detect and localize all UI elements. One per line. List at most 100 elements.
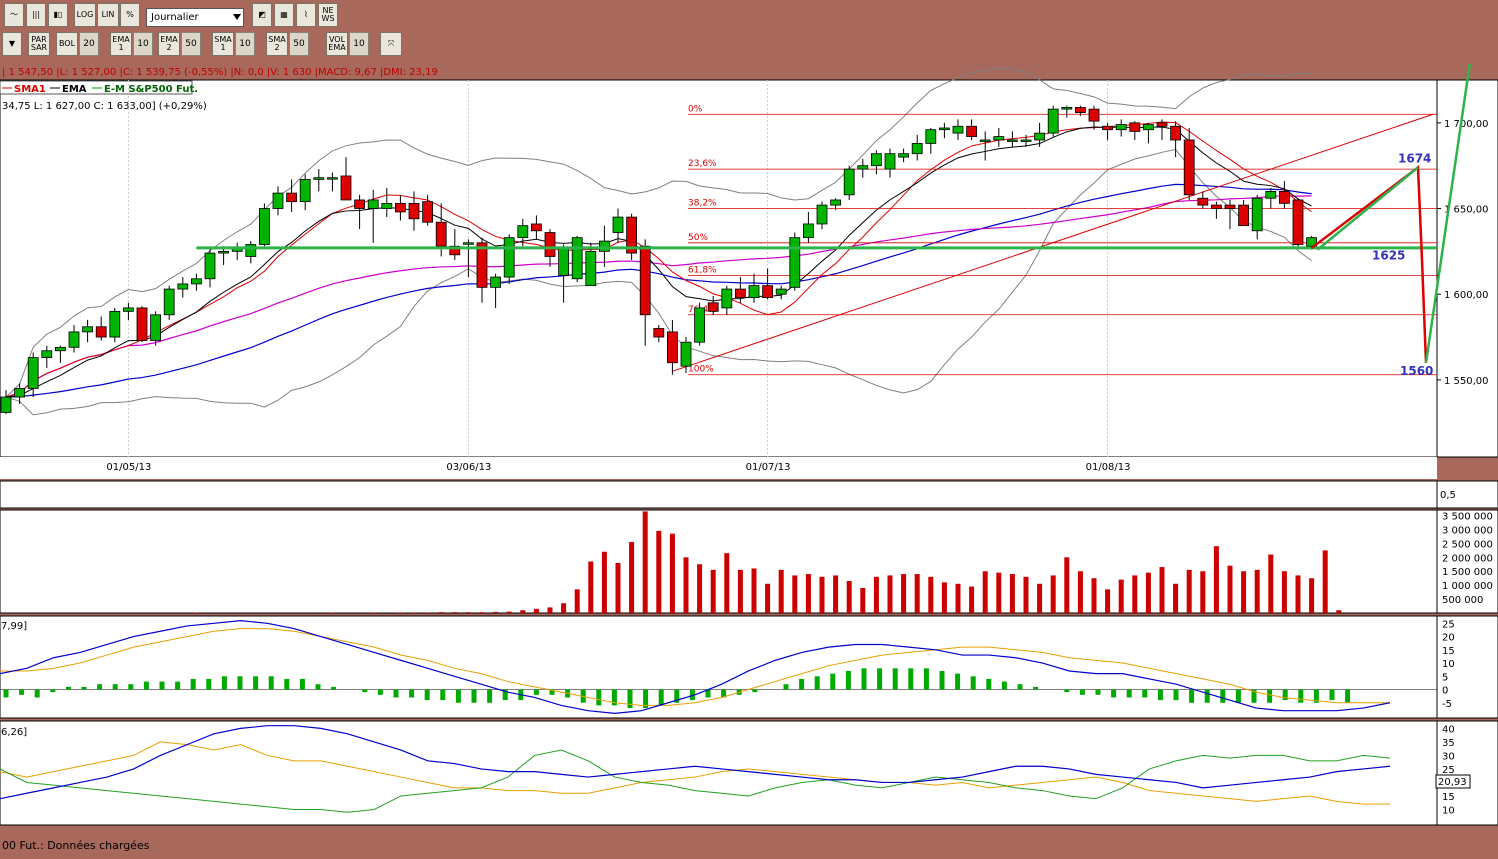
candle-up bbox=[585, 250, 597, 287]
macd-histogram-bar bbox=[908, 668, 914, 690]
chart-settings-icon[interactable]: ◩ bbox=[252, 3, 272, 27]
legend: SMA1 EMA E-M S&P500 Fut. bbox=[0, 80, 198, 95]
macd-histogram-bar bbox=[221, 676, 227, 690]
macd-histogram-bar bbox=[1142, 689, 1148, 698]
line-chart-icon[interactable]: 〜 bbox=[4, 3, 24, 27]
candle-down bbox=[1129, 122, 1141, 132]
candle-up bbox=[272, 192, 284, 209]
toolbar-top: 〜 ||| ▮▯ LOG LIN % Journalier ◩ ▦ ⌇ NE W… bbox=[0, 3, 1498, 31]
candle-up bbox=[68, 331, 80, 348]
candle-up bbox=[150, 314, 162, 341]
candle-up bbox=[612, 216, 624, 233]
dmi-tick-label: 10 bbox=[1442, 805, 1455, 816]
fib-label: 61,8% bbox=[688, 265, 717, 275]
dmi-panel bbox=[0, 720, 1438, 826]
candle-up bbox=[326, 177, 338, 180]
sma2-value[interactable]: 50 bbox=[289, 32, 309, 56]
macd-histogram-bar bbox=[1220, 689, 1226, 703]
candle-down bbox=[422, 201, 434, 223]
filter-icon[interactable]: ▼ bbox=[2, 32, 22, 56]
candle-up bbox=[979, 139, 991, 142]
volume-bar bbox=[629, 542, 635, 613]
volume-bar bbox=[765, 583, 771, 613]
macd-histogram-bar bbox=[1173, 689, 1179, 701]
candle-down bbox=[1183, 139, 1195, 196]
volema-value[interactable]: 10 bbox=[349, 32, 369, 56]
ohlc-line: 34,75 L: 1 627,00 C: 1 633,00] (+0,29%) bbox=[2, 101, 207, 112]
drawing-tool-icon[interactable]: ⤧ bbox=[380, 32, 402, 56]
colors-icon[interactable]: ▦ bbox=[274, 3, 294, 27]
candle-up bbox=[775, 288, 787, 295]
candle-down bbox=[286, 192, 298, 203]
sma1-value[interactable]: 10 bbox=[235, 32, 255, 56]
macd-histogram-bar bbox=[1095, 689, 1101, 695]
price-tick-label: 1 700,00 bbox=[1444, 119, 1489, 130]
chevron-down-icon bbox=[233, 14, 241, 20]
volume-bar bbox=[737, 569, 743, 613]
volume-bar bbox=[615, 562, 621, 613]
volume-bar bbox=[846, 580, 852, 613]
volume-bar bbox=[370, 612, 376, 613]
candle-up bbox=[721, 288, 733, 309]
sma1-button[interactable]: SMA 1 bbox=[212, 32, 234, 56]
volume-bar bbox=[955, 583, 961, 613]
toolbar-indicators: ▼ PAR SAR BOL 20 EMA 1 10 EMA 2 50 SMA 1… bbox=[0, 32, 1498, 60]
price-panel bbox=[0, 79, 1438, 458]
candle-up bbox=[177, 283, 189, 290]
news-button[interactable]: NE WS bbox=[318, 3, 338, 27]
candle-down bbox=[136, 307, 148, 341]
sma2-button[interactable]: SMA 2 bbox=[266, 32, 288, 56]
volume-bar bbox=[1241, 571, 1247, 613]
chart-area: | 1 547,50 |L: 1 527,00 |C: 1 539,75 (-0… bbox=[0, 64, 1498, 826]
candle-up bbox=[204, 252, 216, 280]
candle-down bbox=[667, 331, 678, 364]
lin-button[interactable]: LIN bbox=[97, 3, 119, 27]
candle-up bbox=[680, 341, 692, 367]
macd-histogram-bar bbox=[143, 681, 149, 690]
parsar-button[interactable]: PAR SAR bbox=[28, 32, 50, 56]
ema2-value[interactable]: 50 bbox=[181, 32, 201, 56]
candle-down bbox=[1156, 122, 1168, 127]
candle-down bbox=[653, 328, 665, 338]
candle-up bbox=[857, 165, 869, 170]
price-tick-label: 1 600,00 bbox=[1444, 290, 1489, 301]
volume-bar bbox=[452, 612, 458, 613]
candle-up bbox=[843, 168, 855, 196]
ema2-button[interactable]: EMA 2 bbox=[158, 32, 180, 56]
bol-value[interactable]: 20 bbox=[79, 32, 99, 56]
candle-up bbox=[123, 307, 134, 312]
macd-histogram-bar bbox=[658, 689, 664, 706]
candle-up bbox=[381, 202, 393, 209]
volume-bar bbox=[1105, 589, 1111, 613]
macd-histogram-bar bbox=[1033, 686, 1039, 690]
volume-bar bbox=[1050, 575, 1056, 613]
bar-chart-icon[interactable]: ||| bbox=[26, 3, 46, 27]
candle-up bbox=[816, 204, 828, 225]
ema1-value[interactable]: 10 bbox=[133, 32, 153, 56]
candle-up bbox=[55, 346, 66, 352]
candle-chart-icon[interactable]: ▮▯ bbox=[48, 3, 68, 27]
candle-up bbox=[558, 247, 569, 276]
macd-histogram-bar bbox=[112, 684, 118, 690]
volema-button[interactable]: VOL EMA bbox=[326, 32, 348, 56]
candle-down bbox=[476, 242, 488, 288]
candle-up bbox=[503, 237, 515, 278]
percent-button[interactable]: % bbox=[120, 3, 140, 27]
log-button[interactable]: LOG bbox=[74, 3, 96, 27]
price-tick-label: 1 650,00 bbox=[1444, 205, 1489, 216]
period-select[interactable]: Journalier bbox=[146, 8, 244, 27]
macd-histogram-bar bbox=[1298, 689, 1304, 703]
volume-bar bbox=[425, 612, 431, 613]
candle-up bbox=[789, 237, 801, 288]
volume-bar bbox=[1322, 550, 1328, 613]
candle-up bbox=[1115, 124, 1127, 131]
indicator-icon[interactable]: ⌇ bbox=[296, 3, 316, 27]
bol-button[interactable]: BOL bbox=[56, 32, 78, 56]
macd-histogram-bar bbox=[892, 668, 898, 690]
volume-bar bbox=[860, 587, 866, 613]
volume-bar bbox=[683, 557, 689, 613]
volume-bar bbox=[1268, 554, 1274, 613]
macd-histogram-bar bbox=[1111, 689, 1117, 698]
ema1-button[interactable]: EMA 1 bbox=[110, 32, 132, 56]
macd-histogram-bar bbox=[533, 689, 539, 695]
